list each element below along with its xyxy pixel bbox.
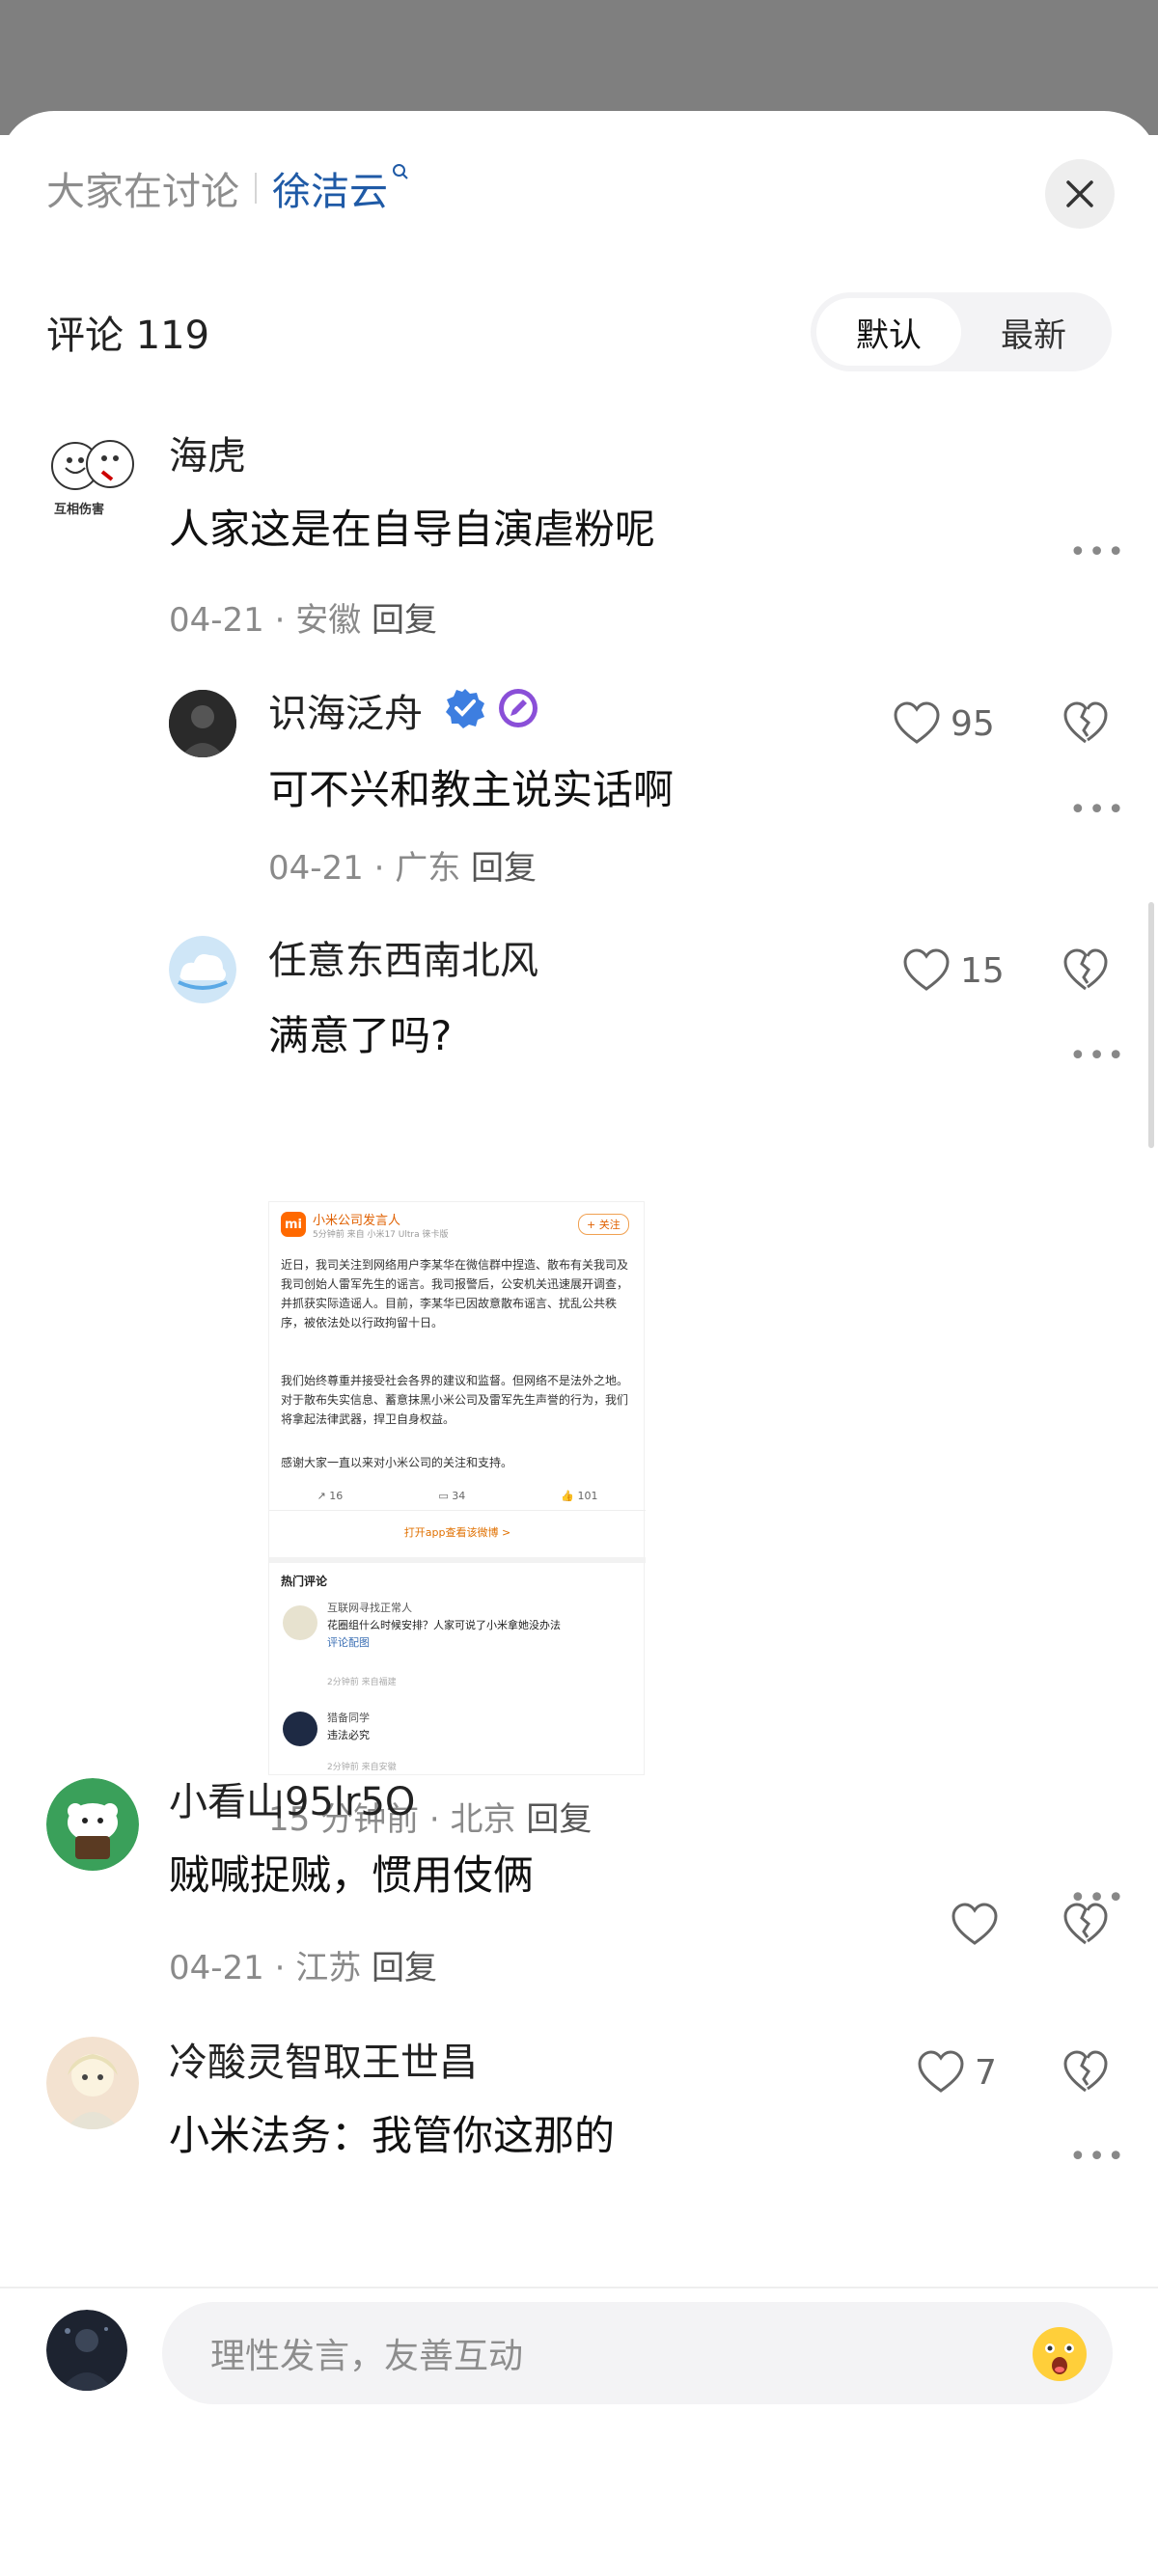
discussion-title: 大家在讨论: [46, 170, 239, 214]
reply-button[interactable]: 回复: [372, 1949, 437, 1987]
broken-heart-icon: [1063, 701, 1108, 744]
emoji-button[interactable]: [1031, 2325, 1089, 2383]
heart-icon: [918, 2050, 964, 2093]
reply-button[interactable]: 回复: [526, 1800, 592, 1839]
avatar[interactable]: [46, 1778, 139, 1871]
verified-icon: [444, 687, 486, 733]
embed-comment-author: 互联网寻找正常人: [327, 1602, 412, 1614]
embed-follow-button: + 关注: [578, 1214, 629, 1235]
comment-location: 江苏: [295, 1949, 362, 1987]
avatar-caption: 互相伤害: [54, 503, 105, 517]
heart-icon: [894, 701, 940, 744]
dislike-button[interactable]: [1062, 701, 1109, 750]
comment-location: 安徽: [295, 601, 362, 640]
embed-comment-avatar: [283, 1712, 317, 1746]
embed-comment-text: 花圈组什么时候安排？人家可说了小米拿她没办法: [327, 1619, 561, 1631]
more-options-button[interactable]: •••: [1069, 1881, 1126, 1915]
comment-location: 北京: [450, 1800, 516, 1839]
comment-author[interactable]: 小看山95lr5O: [169, 1770, 415, 1826]
more-options-button[interactable]: •••: [1069, 1039, 1126, 1073]
embed-comments: 34: [452, 1490, 466, 1502]
embed-open-app: 打开app查看该微博 >: [403, 1526, 511, 1539]
sort-toggle: 默认 最新: [811, 292, 1112, 371]
comment-meta: 04-21 · 江苏 回复: [169, 1949, 438, 1987]
embed-stats: ↗ 16 ▭ 34 👍 101: [269, 1490, 646, 1511]
comment-count: 评论 119: [46, 314, 210, 358]
comment-sheet: 大家在讨论 徐洁云 评论 119 默认 最新 互相伤害 海虎 人家这是在自导自演…: [0, 111, 1158, 2576]
search-icon: [392, 162, 409, 186]
embed-paragraph: 感谢大家一直以来对小米公司的关注和支持。: [281, 1456, 513, 1469]
emoji-icon: [1033, 2327, 1087, 2381]
header-divider: [255, 173, 257, 204]
more-options-button[interactable]: •••: [1069, 793, 1126, 827]
comment-author[interactable]: 海虎: [169, 425, 246, 480]
avatar[interactable]: [46, 2037, 139, 2129]
like-button[interactable]: 7: [917, 2050, 997, 2095]
comment-date: 04-21: [169, 601, 264, 640]
comment-input[interactable]: 理性发言，友善互动: [162, 2302, 1113, 2404]
sheet-header: 大家在讨论 徐洁云: [46, 161, 409, 215]
close-button[interactable]: [1045, 159, 1115, 229]
comment-text[interactable]: 人家这是在自导自演虐粉呢: [169, 497, 655, 556]
heart-icon: [951, 1903, 998, 1945]
sort-latest-button[interactable]: 最新: [961, 298, 1106, 366]
xiaomi-logo: mi: [281, 1212, 306, 1237]
like-count: 7: [975, 2052, 997, 2093]
avatar[interactable]: 互相伤害: [46, 429, 139, 522]
comment-meta: 04-21 · 广东 回复: [268, 849, 538, 888]
comment-meta: 04-21 · 安徽 回复: [169, 601, 438, 640]
embed-paragraph: 我们始终尊重并接受社会各界的建议和监督。但网络不是法外之地。对于散布失实信息、蓄…: [281, 1374, 629, 1426]
avatar[interactable]: [169, 936, 236, 1003]
comment-text[interactable]: 贼喊捉贼，惯用伎俩: [169, 1843, 534, 1902]
like-count: 15: [960, 950, 1005, 991]
topic-link[interactable]: 徐洁云: [272, 160, 388, 216]
reply-button[interactable]: 回复: [471, 849, 537, 888]
reply-button[interactable]: 回复: [372, 601, 437, 640]
avatar[interactable]: [169, 690, 236, 757]
like-button[interactable]: 95: [893, 701, 995, 746]
embed-comment-text: 违法必究: [327, 1729, 370, 1741]
comment-input-bar: 理性发言，友善互动: [0, 2287, 1158, 2431]
embed-reposts: 16: [329, 1490, 344, 1502]
embed-likes: 101: [577, 1490, 598, 1502]
comment-text[interactable]: 满意了吗?: [268, 1003, 452, 1062]
embed-account-meta: 5分钟前 来自 小米17 Ultra 徕卡版: [313, 1230, 449, 1240]
dislike-button[interactable]: [1062, 2050, 1109, 2098]
comment-author[interactable]: 任意东西南北风: [268, 929, 538, 985]
like-count: 95: [951, 703, 995, 744]
embed-paragraph: 近日，我司关注到网络用户李某华在微信群中捏造、散布有关我司及我司创始人雷军先生的…: [281, 1258, 629, 1329]
comment-text[interactable]: 可不兴和教主说实话啊: [268, 757, 674, 816]
comment-location: 广东: [395, 849, 461, 888]
like-button[interactable]: [951, 1903, 1008, 1947]
embed-comment-avatar: [283, 1605, 317, 1640]
comment-image[interactable]: mi 小米公司发言人 5分钟前 来自 小米17 Ultra 徕卡版 + 关注 近…: [268, 1201, 646, 1775]
embed-account: 小米公司发言人: [313, 1214, 401, 1228]
broken-heart-icon: [1063, 2050, 1108, 2093]
input-placeholder: 理性发言，友善互动: [210, 2337, 524, 2376]
embed-hot-label: 热门评论: [281, 1575, 328, 1588]
comment-author[interactable]: 识海泛舟: [268, 682, 423, 738]
embed-comment-author: 猎备同学: [327, 1712, 370, 1724]
embed-comment-pic: 评论配图: [327, 1636, 370, 1649]
more-options-button[interactable]: •••: [1069, 535, 1126, 569]
my-avatar[interactable]: [46, 2310, 127, 2391]
pen-badge-icon: [497, 687, 539, 733]
like-button[interactable]: 15: [902, 948, 1005, 993]
comment-author[interactable]: 冷酸灵智取王世昌: [169, 2031, 478, 2087]
close-icon: [1066, 180, 1093, 207]
more-options-button[interactable]: •••: [1069, 2140, 1126, 2174]
heart-icon: [903, 948, 950, 991]
embed-divider: [269, 1557, 646, 1563]
comment-date: 04-21: [268, 849, 364, 888]
comment-text[interactable]: 小米法务：我管你这那的: [169, 2103, 615, 2162]
comment-date: 04-21: [169, 1949, 264, 1987]
broken-heart-icon: [1063, 948, 1108, 991]
dislike-button[interactable]: [1062, 948, 1109, 997]
scrollbar[interactable]: [1148, 902, 1154, 1148]
embed-comment-meta: 2分钟前 来自福建: [327, 1678, 397, 1687]
sort-default-button[interactable]: 默认: [816, 298, 961, 366]
